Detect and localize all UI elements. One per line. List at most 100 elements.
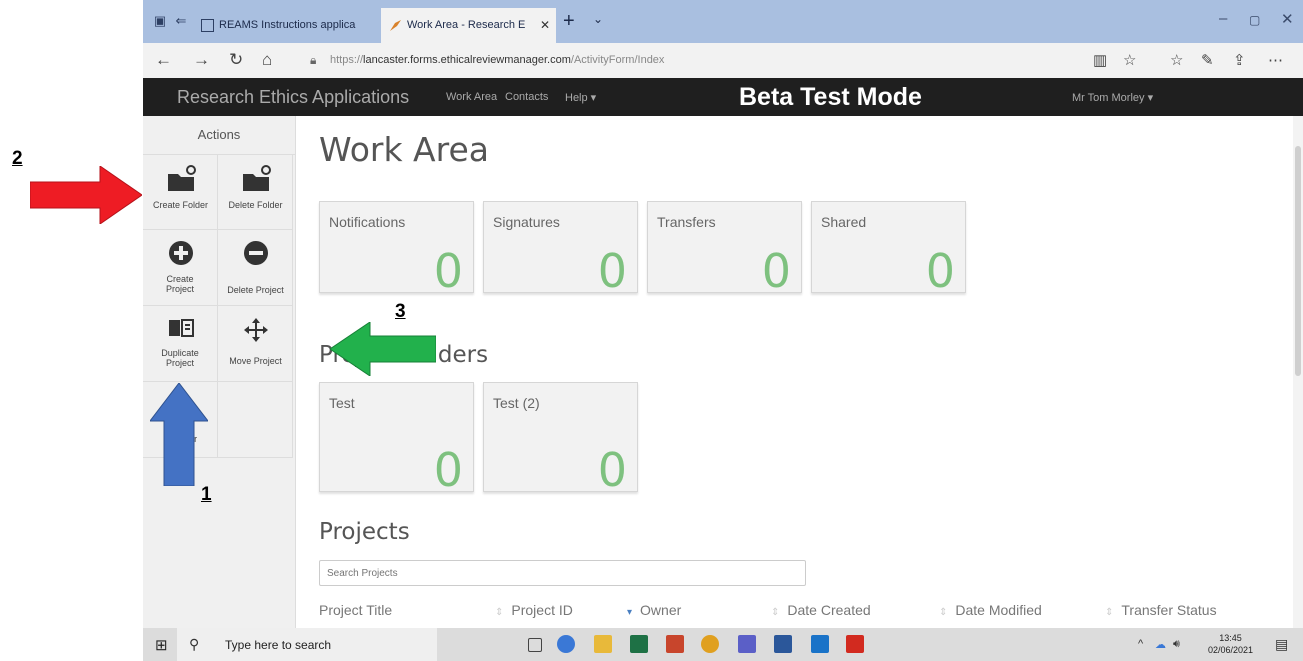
new-tab-icon[interactable]: + [563, 10, 575, 33]
windows-taskbar: ⊞ ⚲ Type here to search ^ ☁ 🔊︎ 13:45 02/… [143, 628, 1303, 661]
back-icon[interactable]: ← [155, 50, 172, 70]
taskbar-search[interactable]: ⚲ Type here to search [177, 628, 437, 661]
tile-count: 0 [433, 443, 463, 497]
edge-app-icon[interactable] [557, 635, 575, 653]
close-tab-icon[interactable]: ✕ [540, 8, 550, 43]
reading-view-icon[interactable]: ▥ [1093, 51, 1107, 69]
notifications-icon[interactable]: ▤ [1275, 636, 1288, 653]
more-icon[interactable]: ⋯ [1268, 51, 1283, 69]
move-project-button[interactable]: Move Project [218, 306, 293, 382]
page-scrollbar[interactable] [1293, 116, 1303, 628]
brand-link[interactable]: Research Ethics Applications [177, 87, 409, 108]
close-window-icon[interactable]: ✕ [1281, 10, 1294, 28]
signatures-tile[interactable]: Signatures 0 [483, 201, 638, 298]
forward-icon[interactable]: → [193, 50, 210, 70]
nav-contacts[interactable]: Contacts [505, 91, 548, 103]
acrobat-icon[interactable] [846, 635, 864, 653]
tray-chevron-icon[interactable]: ^ [1138, 638, 1143, 650]
teams-icon[interactable] [738, 635, 756, 653]
transfers-tile[interactable]: Transfers 0 [647, 201, 802, 298]
maximize-icon[interactable]: ▢ [1249, 13, 1260, 27]
windows-start-icon[interactable]: ⊞ [155, 636, 168, 654]
move-icon [218, 316, 293, 350]
scroll-thumb[interactable] [1295, 146, 1301, 376]
create-project-button[interactable]: Create Project [143, 230, 218, 306]
sort-icon: ⇕ [939, 607, 948, 618]
tab-reams-instructions[interactable]: REAMS Instructions applica [193, 8, 378, 43]
col-date-created[interactable]: ⇕ Date Created [771, 602, 871, 618]
col-project-title[interactable]: Project Title [319, 602, 392, 618]
sort-desc-icon: ▾ [627, 607, 633, 618]
green-arrow-annotation [330, 322, 436, 376]
col-owner[interactable]: ▾ Owner [627, 602, 681, 618]
delete-folder-button[interactable]: Delete Folder [218, 154, 293, 230]
powerpoint-icon[interactable] [666, 635, 684, 653]
duplicate-icon [143, 316, 218, 346]
outlook-icon[interactable] [811, 635, 829, 653]
excel-icon[interactable] [630, 635, 648, 653]
chevron-down-icon[interactable]: ⌄ [593, 12, 603, 26]
clock[interactable]: 13:45 02/06/2021 [1208, 632, 1253, 656]
shared-tile[interactable]: Shared 0 [811, 201, 966, 298]
lock-icon: 🔒︎ [310, 53, 317, 67]
tab-strip: ▣ ⇐ REAMS Instructions applica Work Area… [143, 0, 1303, 43]
file-explorer-icon[interactable] [594, 635, 612, 653]
set-aside-tabs-icon[interactable]: ⇐ [172, 12, 190, 30]
annotation-number-3: 3 [395, 301, 406, 322]
duplicate-project-button[interactable]: Duplicate Project [143, 306, 218, 382]
favorite-star-icon[interactable]: ☆ [1123, 51, 1136, 69]
minus-circle-icon [218, 240, 293, 272]
notifications-tile[interactable]: Notifications 0 [319, 201, 474, 298]
page-content: Actions Create Folder Delete Folder Crea… [143, 116, 1303, 628]
share-icon[interactable]: ⇪ [1233, 51, 1246, 69]
annotation-number-2: 2 [12, 148, 23, 169]
tile-count: 0 [925, 244, 955, 298]
url-host: lancaster.forms.ethicalreviewmanager.com [363, 54, 571, 66]
network-icon[interactable]: ☁ [1155, 638, 1166, 651]
favorites-list-icon[interactable]: ☆ [1170, 51, 1183, 69]
url-field[interactable]: 🔒︎ https://lancaster.forms.ethicalreview… [310, 50, 1070, 70]
annotation-number-1: 1 [201, 484, 212, 505]
search-icon: ⚲ [189, 636, 200, 652]
folder-plus-icon [143, 164, 218, 198]
projects-heading: Projects [319, 519, 410, 545]
task-view-icon[interactable] [528, 638, 542, 652]
tile-count: 0 [761, 244, 791, 298]
browser-window: ▣ ⇐ REAMS Instructions applica Work Area… [143, 0, 1303, 661]
folder-tile-test[interactable]: Test 0 [319, 382, 474, 497]
main-panel: Work Area Notifications 0 Signatures 0 T… [295, 116, 1295, 628]
delete-project-button[interactable]: Delete Project [218, 230, 293, 306]
pen-icon[interactable]: ✎ [1201, 51, 1214, 69]
refresh-icon[interactable]: ↻ [229, 50, 243, 70]
home-icon[interactable]: ⌂ [262, 50, 272, 70]
tile-count: 0 [597, 244, 627, 298]
url-path: /ActivityForm/Index [570, 54, 665, 66]
search-projects-input[interactable] [319, 560, 806, 586]
nav-help[interactable]: Help ▾ [565, 91, 596, 104]
tab-actions-icon[interactable]: ▣ [151, 12, 169, 30]
volume-icon[interactable]: 🔊︎ [1173, 638, 1180, 651]
col-transfer-status[interactable]: ⇕ Transfer Status [1105, 602, 1217, 618]
red-arrow-annotation [30, 166, 142, 224]
create-folder-button[interactable]: Create Folder [143, 154, 218, 230]
projects-table-header: Project Title ⇕ Project ID ▾ Owner ⇕ Date C… [319, 602, 1299, 622]
chrome-icon[interactable] [701, 635, 719, 653]
nav-work-area[interactable]: Work Area [446, 91, 497, 103]
blue-arrow-annotation [150, 383, 208, 486]
word-icon[interactable] [774, 635, 792, 653]
page-title: Work Area [319, 130, 489, 169]
tab-work-area[interactable]: Work Area - Research E ✕ [381, 8, 556, 43]
user-menu[interactable]: Mr Tom Morley ▾ [1072, 91, 1153, 104]
app-navbar: Research Ethics Applications Work Area C… [143, 78, 1303, 116]
col-date-modified[interactable]: ⇕ Date Modified [939, 602, 1042, 618]
sort-icon: ⇕ [1105, 607, 1114, 618]
minimize-icon[interactable]: – [1219, 10, 1227, 27]
plus-circle-icon [143, 240, 218, 272]
site-favicon-icon [390, 20, 401, 31]
empty-action-slot [218, 382, 293, 458]
sort-icon: ⇕ [771, 607, 780, 618]
page-icon [201, 19, 214, 32]
actions-heading: Actions [143, 116, 295, 155]
folder-tile-test-2[interactable]: Test (2) 0 [483, 382, 638, 497]
col-project-id[interactable]: ⇕ Project ID [495, 602, 573, 618]
